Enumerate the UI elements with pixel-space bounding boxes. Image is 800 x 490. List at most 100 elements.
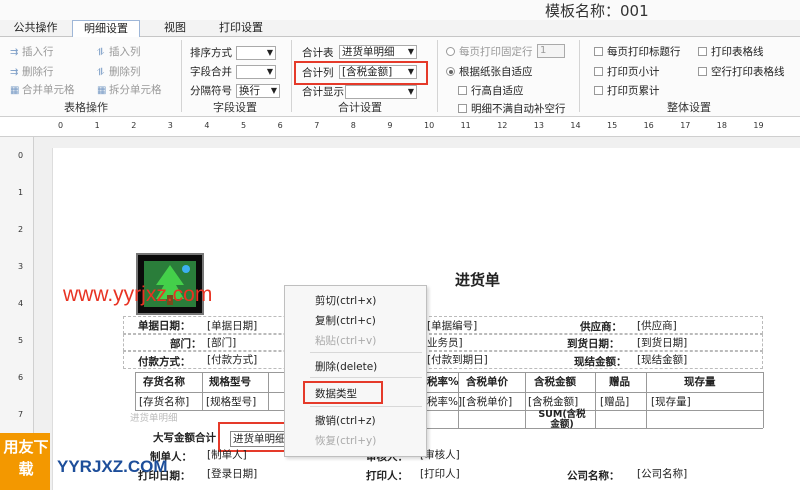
chevron-down-icon: ▼ [407,87,414,96]
table-cell[interactable]: [规格型号] [206,395,256,409]
supplier-label[interactable]: 供应商： [580,320,622,334]
table-cell[interactable]: [含税金额] [528,395,578,409]
cash-field[interactable]: [现结金额] [637,353,687,367]
divider [437,40,438,112]
split-cells-button[interactable]: ▦ 拆分单元格 [97,83,162,98]
ruler-tick-label: 7 [314,121,320,130]
insert-column-icon: ⥮ [97,47,105,58]
merge-cells-button[interactable]: ▦ 合并单元格 [10,83,75,98]
checkbox-icon [458,104,467,113]
auto-fill-rows-checkbox[interactable]: 明细不满自动补空行 [458,102,566,116]
doc-no-field[interactable]: [单据编号] [427,319,477,333]
insert-col-button[interactable]: ⥮ 插入列 [97,45,141,60]
table-cell[interactable]: [现存量] [651,395,691,409]
table-line [135,372,136,410]
printer-label[interactable]: 打印人： [366,469,408,483]
cash-label[interactable]: 现结金额： [574,355,627,369]
table-cell[interactable]: [赠品] [600,395,629,409]
column-header[interactable]: 含税金额 [534,375,576,389]
menu-separator [310,377,422,378]
ruler-tick-label: 16 [643,121,654,130]
print-grid-checkbox[interactable]: 打印表格线 [698,45,764,59]
page-subtotal-checkbox[interactable]: 打印页小计 [594,65,660,79]
checkbox-icon [594,47,603,56]
menu-item-redo[interactable]: 恢复(ctrl+y) [315,433,376,448]
arrival-date-field[interactable]: [到货日期] [637,336,687,350]
watermark-badge-text: 用友下载 [3,438,49,478]
salesman-field[interactable]: 业务员] [427,336,463,350]
menu-item-undo[interactable]: 撤销(ctrl+z) [315,413,376,428]
fixed-rows-option[interactable]: 每页打印固定行 [446,45,533,59]
payment-label[interactable]: 付款方式： [138,355,191,369]
doc-date-label[interactable]: 单据日期： [138,319,191,333]
capital-total-label[interactable]: 大写金额合计 [153,431,216,445]
table-cell[interactable]: [存货名称] [139,395,189,409]
print-empty-grid-checkbox[interactable]: 空行打印表格线 [698,65,785,79]
tab-common[interactable]: 公共操作 [8,20,63,37]
report-title[interactable]: 进货单 [455,273,500,288]
total-table-select[interactable]: 进货单明细 ▼ [339,45,417,59]
sort-select[interactable]: ▼ [236,46,276,60]
total-display-label: 合计显示 [302,86,344,98]
delete-row-icon: ⇉ [10,67,19,78]
field-merge-select[interactable]: ▼ [236,65,276,79]
sum-cell[interactable]: SUM(含税金额) [536,410,588,430]
arrival-date-label[interactable]: 到货日期： [567,337,620,351]
table-line [646,372,647,428]
company-label[interactable]: 公司名称： [567,469,620,483]
menu-item-delete[interactable]: 删除(delete) [315,359,377,374]
maker-field[interactable]: [制单人] [207,448,247,462]
auto-fit-paper-option[interactable]: 根据纸张自适应 [446,65,533,79]
delete-col-button[interactable]: ⥮ 删除列 [97,65,141,80]
column-header[interactable]: 现存量 [684,375,716,389]
template-name: 模板名称：001 [545,2,649,20]
doc-date-field[interactable]: [单据日期] [207,319,257,333]
ruler-tick-label: 0 [58,121,64,130]
menu-item-copy[interactable]: 复制(ctrl+c) [315,313,376,328]
checkbox-icon [594,86,603,95]
insert-row-button[interactable]: ⇉ 插入行 [10,45,54,60]
menu-item-paste[interactable]: 粘贴(ctrl+v) [315,333,376,348]
column-header[interactable]: 税率% [427,375,459,389]
ruler-tick-label: 6 [277,121,283,130]
column-header[interactable]: 含税单价 [466,375,508,389]
payment-field[interactable]: [付款方式] [207,353,257,367]
tab-detail-settings[interactable]: 明细设置 [72,20,140,38]
ruler-tick-label: 1 [94,121,100,130]
checkbox-icon [594,67,603,76]
ruler-tick-label: 0 [18,151,24,160]
dept-field[interactable]: [部门] [207,336,236,350]
dept-label[interactable]: 部门： [170,337,202,351]
delete-row-button[interactable]: ⇉ 删除行 [10,65,54,80]
print-header-each-page-checkbox[interactable]: 每页打印标题行 [594,45,681,59]
tab-view[interactable]: 视图 [155,20,195,37]
table-cell[interactable]: [含税单价] [462,395,512,409]
insert-row-icon: ⇉ [10,47,19,58]
print-date-field[interactable]: [登录日期] [207,467,257,481]
supplier-field[interactable]: [供应商] [637,319,677,333]
ruler-tick-label: 2 [131,121,137,130]
ruler-tick-label: 3 [18,262,24,271]
group-label-overall-settings: 整体设置 [667,101,711,114]
sort-label: 排序方式 [190,47,232,59]
ruler-tick-label: 12 [497,121,508,130]
column-header[interactable]: 存货名称 [143,375,185,389]
pay-due-field[interactable]: [付款到期日] [427,353,488,367]
total-display-select[interactable]: ▼ [345,85,417,99]
ruler-tick-label: 7 [18,410,24,419]
company-field[interactable]: [公司名称] [637,467,687,481]
column-header[interactable]: 赠品 [609,375,630,389]
table-line [420,428,763,429]
row-height-fit-checkbox[interactable]: 行高自适应 [458,84,524,98]
highlight-box [303,381,383,404]
table-cell[interactable]: 税率%] [427,395,462,409]
separator-select[interactable]: 换行 ▼ [236,84,280,98]
ruler-tick-label: 8 [350,121,356,130]
page-cumulative-checkbox[interactable]: 打印页累计 [594,84,660,98]
printer-field[interactable]: [打印人] [420,467,460,481]
fixed-rows-input[interactable]: 1 [537,44,565,58]
menu-item-cut[interactable]: 剪切(ctrl+x) [315,293,376,308]
column-header[interactable]: 规格型号 [209,375,251,389]
tab-print-settings[interactable]: 打印设置 [210,20,272,37]
delete-column-icon: ⥮ [97,67,105,78]
